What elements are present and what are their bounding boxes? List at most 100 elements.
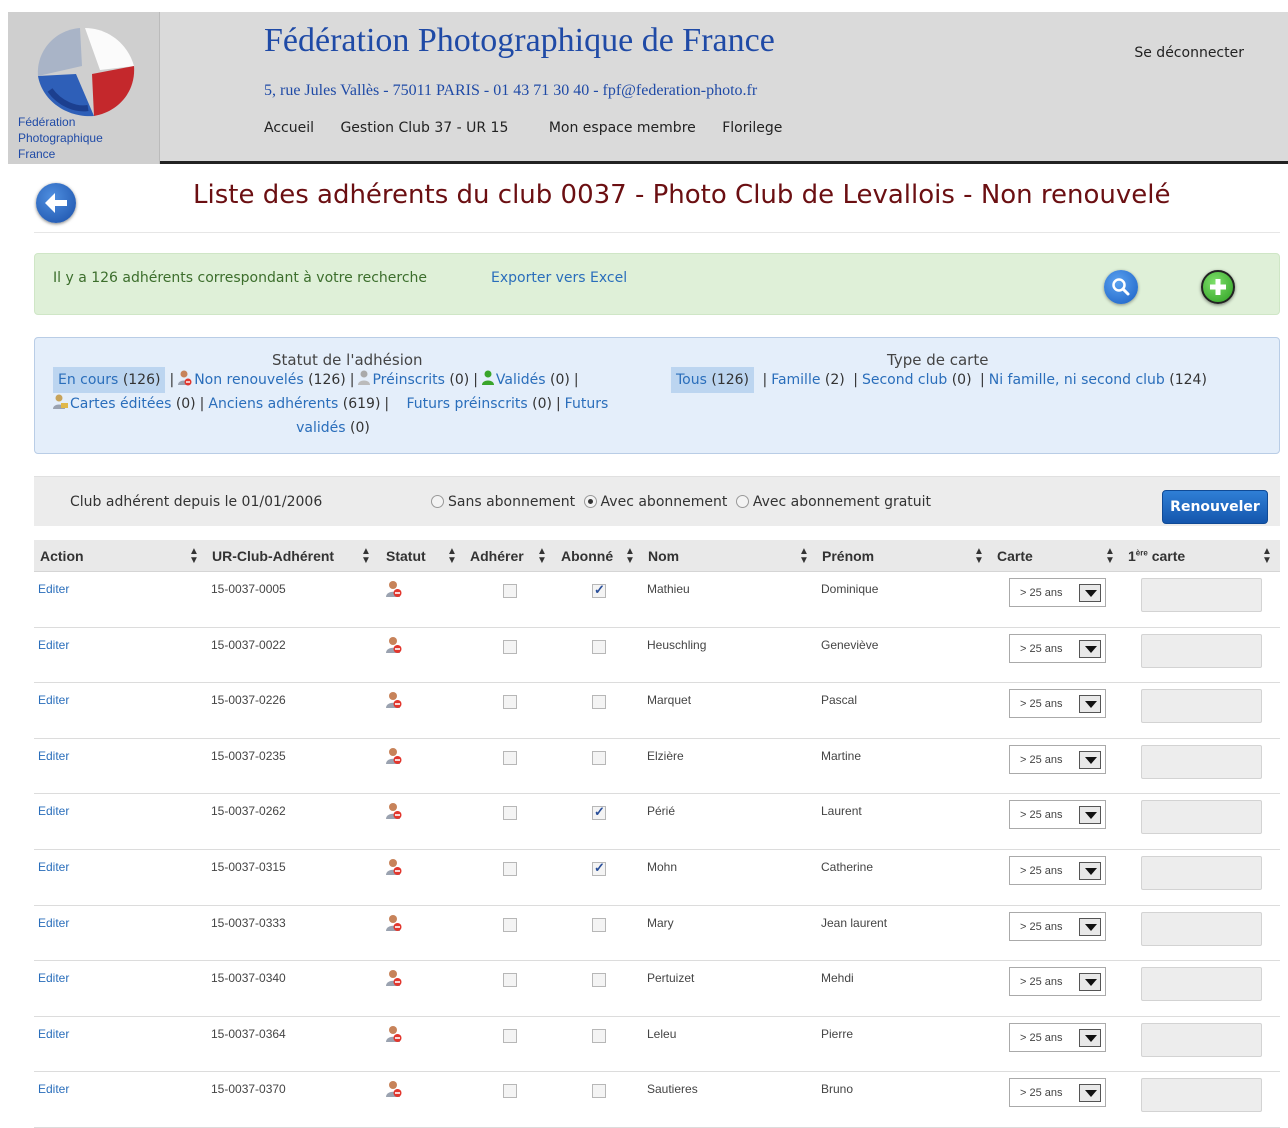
edit-link[interactable]: Editer (38, 804, 69, 818)
adherer-checkbox[interactable] (503, 695, 517, 710)
col-prenom[interactable]: Prénom (822, 548, 874, 564)
carte-select[interactable]: > 25 ans (1009, 689, 1106, 719)
filter-tous[interactable]: Tous (126) (671, 367, 755, 393)
first-card-input[interactable] (1141, 1022, 1262, 1057)
adherer-checkbox[interactable] (503, 750, 517, 765)
chevron-down-icon[interactable] (1079, 750, 1101, 769)
abonne-checkbox[interactable] (592, 1028, 606, 1043)
edit-link[interactable]: Editer (38, 582, 69, 596)
first-card-input[interactable] (1141, 911, 1262, 946)
nav-florilege[interactable]: Florilege (722, 120, 782, 136)
first-card-input[interactable] (1141, 633, 1262, 668)
sort-icon[interactable]: ▲ ▼ (537, 547, 547, 566)
add-member-button[interactable] (1201, 270, 1235, 304)
chevron-down-icon[interactable] (1079, 1028, 1101, 1047)
site-title[interactable]: Fédération Photographique de France (264, 22, 775, 60)
carte-select[interactable]: > 25 ans (1009, 855, 1106, 885)
search-button[interactable] (1104, 270, 1138, 304)
sort-icon[interactable]: ▲ ▼ (361, 547, 371, 566)
first-card-input[interactable] (1141, 744, 1262, 779)
filter-anciens-adherents[interactable]: Anciens adhérents (208, 396, 338, 412)
filter-futurs-preinscrits[interactable]: Futurs préinscrits (407, 396, 528, 412)
carte-select[interactable]: > 25 ans (1009, 1022, 1106, 1052)
sort-icon[interactable]: ▲ ▼ (447, 547, 457, 566)
sort-icon[interactable]: ▲ ▼ (1262, 547, 1272, 566)
renew-button[interactable]: Renouveler (1162, 490, 1268, 524)
filter-preinscrits[interactable]: Préinscrits (358, 370, 445, 388)
first-card-input[interactable] (1141, 855, 1262, 890)
adherer-checkbox[interactable] (503, 861, 517, 876)
export-excel-link[interactable]: Exporter vers Excel (491, 270, 627, 286)
filter-ni-famille[interactable]: Ni famille, ni second club (989, 372, 1165, 388)
chevron-down-icon[interactable] (1079, 861, 1101, 880)
edit-link[interactable]: Editer (38, 860, 69, 874)
chevron-down-icon[interactable] (1079, 973, 1101, 992)
chevron-down-icon[interactable] (1079, 695, 1101, 714)
abonne-checkbox[interactable] (592, 695, 606, 710)
carte-select[interactable]: > 25 ans (1009, 911, 1106, 941)
carte-select[interactable]: > 25 ans (1009, 967, 1106, 997)
col-premiere-carte[interactable]: 1ère carte (1128, 548, 1185, 564)
abonne-checkbox[interactable] (592, 973, 606, 988)
nav-accueil[interactable]: Accueil (264, 120, 314, 136)
filter-famille[interactable]: Famille (771, 372, 820, 388)
first-card-input[interactable] (1141, 578, 1262, 612)
carte-select[interactable]: > 25 ans (1009, 1078, 1106, 1108)
edit-link[interactable]: Editer (38, 971, 69, 985)
edit-link[interactable]: Editer (38, 693, 69, 707)
adherer-checkbox[interactable] (503, 584, 517, 598)
carte-select[interactable]: > 25 ans (1009, 578, 1106, 607)
filter-futurs-valides-cont[interactable]: validés (296, 420, 345, 436)
edit-link[interactable]: Editer (38, 1082, 69, 1096)
sort-icon[interactable]: ▲ ▼ (189, 547, 199, 566)
logout-link[interactable]: Se déconnecter (1134, 45, 1244, 61)
edit-link[interactable]: Editer (38, 638, 69, 652)
nav-gestion-club[interactable]: Gestion Club 37 - UR 15 (340, 120, 508, 136)
adherer-checkbox[interactable] (503, 973, 517, 988)
sort-icon[interactable]: ▲ ▼ (974, 547, 984, 566)
adherer-checkbox[interactable] (503, 917, 517, 932)
abonne-checkbox[interactable] (592, 1084, 606, 1099)
col-carte[interactable]: Carte (997, 548, 1033, 564)
chevron-down-icon[interactable] (1079, 806, 1101, 825)
sort-icon[interactable]: ▲ ▼ (799, 547, 809, 566)
abonne-checkbox[interactable] (592, 750, 606, 765)
sort-icon[interactable]: ▲ ▼ (1105, 547, 1115, 566)
carte-select[interactable]: > 25 ans (1009, 633, 1106, 663)
adherer-checkbox[interactable] (503, 806, 517, 821)
radio-sans-abonnement[interactable] (431, 495, 444, 508)
col-ur-club-adherent[interactable]: UR-Club-Adhérent (212, 548, 334, 564)
filter-non-renouveles[interactable]: Non renouvelés (178, 370, 304, 388)
nav-espace-membre[interactable]: Mon espace membre (549, 120, 696, 136)
chevron-down-icon[interactable] (1079, 917, 1101, 936)
col-action[interactable]: Action (40, 548, 84, 564)
back-button[interactable] (36, 183, 76, 223)
abonne-checkbox[interactable] (592, 860, 606, 876)
edit-link[interactable]: Editer (38, 749, 69, 763)
filter-cartes-editees[interactable]: Cartes éditées (53, 394, 171, 412)
col-nom[interactable]: Nom (648, 548, 679, 564)
carte-select[interactable]: > 25 ans (1009, 744, 1106, 774)
sort-icon[interactable]: ▲ ▼ (625, 547, 635, 566)
chevron-down-icon[interactable] (1079, 639, 1101, 658)
filter-second-club[interactable]: Second club (862, 372, 947, 388)
radio-avec-abonnement[interactable] (583, 495, 597, 508)
filter-en-cours[interactable]: En cours (126) (53, 367, 166, 393)
filter-valides[interactable]: Validés (481, 370, 546, 388)
first-card-input[interactable] (1141, 1078, 1262, 1113)
adherer-checkbox[interactable] (503, 1028, 517, 1043)
chevron-down-icon[interactable] (1079, 584, 1101, 602)
col-abonne[interactable]: Abonné (561, 548, 613, 564)
abonne-checkbox[interactable] (592, 582, 606, 598)
abonne-checkbox[interactable] (592, 917, 606, 932)
radio-abonnement-gratuit[interactable] (735, 495, 749, 508)
first-card-input[interactable] (1141, 800, 1262, 835)
abonne-checkbox[interactable] (592, 639, 606, 654)
col-statut[interactable]: Statut (386, 548, 426, 564)
adherer-checkbox[interactable] (503, 639, 517, 654)
edit-link[interactable]: Editer (38, 1027, 69, 1041)
abonne-checkbox[interactable] (592, 804, 606, 821)
filter-futurs-valides[interactable]: Futurs (565, 396, 609, 412)
col-adherer[interactable]: Adhérer (470, 548, 524, 564)
first-card-input[interactable] (1141, 689, 1262, 724)
